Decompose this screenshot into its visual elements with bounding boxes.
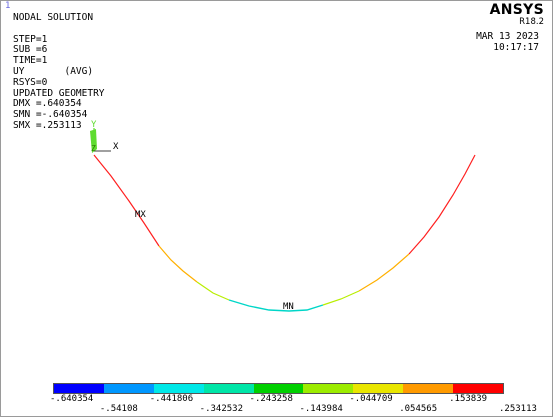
legend-label: .253113 <box>499 404 537 414</box>
contour-plot[interactable]: Y Z X MX MN <box>1 1 552 416</box>
legend-label: -.54108 <box>99 404 138 414</box>
triad-y-label: Y <box>91 120 97 130</box>
triad-x-label: X <box>113 142 119 152</box>
legend-label: -.243258 <box>249 394 293 404</box>
beam-segment-right-low <box>322 290 360 306</box>
graphics-window[interactable]: 1 NODAL SOLUTION STEP=1 SUB =6 TIME=1 UY (A… <box>0 0 553 417</box>
beam-deformed-shape <box>93 154 476 312</box>
legend-swatch <box>403 384 454 393</box>
legend-label: -.640354 <box>50 394 94 404</box>
legend-label: -.441806 <box>149 394 194 404</box>
beam-segment-right <box>408 154 476 255</box>
beam-segment-left-mid <box>158 245 198 283</box>
legend-swatch <box>253 384 304 393</box>
legend-swatch <box>453 384 504 393</box>
beam-segment-right-mid <box>358 253 410 292</box>
legend-swatch <box>103 384 154 393</box>
min-marker-label: MN <box>283 302 294 312</box>
legend-swatch <box>153 384 204 393</box>
legend-label: -.342532 <box>199 404 244 414</box>
legend-swatch <box>203 384 254 393</box>
max-marker-label: MX <box>135 210 146 220</box>
triad-z-label: Z <box>91 144 96 153</box>
beam-segment-left-low <box>196 281 230 301</box>
legend-label: -.143984 <box>299 404 343 414</box>
legend-swatch <box>353 384 404 393</box>
legend-label: -.044709 <box>349 394 393 404</box>
contour-legend-bar <box>53 383 504 394</box>
legend-label: .153839 <box>449 394 488 404</box>
beam-segment-left <box>93 154 160 247</box>
legend-swatch <box>54 384 104 393</box>
legend-swatch <box>303 384 354 393</box>
beam-segment-bottom <box>228 299 324 312</box>
coordinate-triad: Y Z X <box>90 120 119 153</box>
legend-label: .054565 <box>399 404 438 414</box>
